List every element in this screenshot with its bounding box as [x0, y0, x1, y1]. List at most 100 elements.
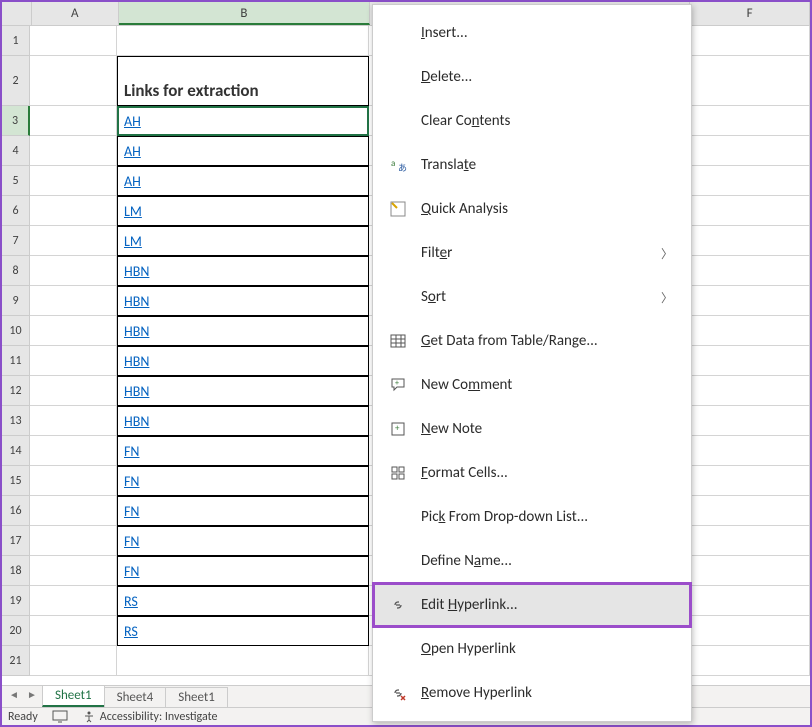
row-header-4[interactable]: 4	[2, 136, 30, 166]
row-header-20[interactable]: 20	[2, 616, 30, 646]
cell-F21[interactable]	[690, 646, 810, 676]
row-header-14[interactable]: 14	[2, 436, 30, 466]
cell-B15[interactable]: FN	[117, 466, 369, 496]
display-settings-icon[interactable]	[52, 710, 68, 724]
row-header-16[interactable]: 16	[2, 496, 30, 526]
hyperlink[interactable]: AH	[124, 143, 141, 160]
cell-F19[interactable]	[690, 586, 810, 616]
hyperlink[interactable]: AH	[124, 173, 141, 190]
row-header-19[interactable]: 19	[2, 586, 30, 616]
menu-delete[interactable]: Delete...	[373, 55, 691, 99]
cell-B7[interactable]: LM	[117, 226, 369, 256]
cell-A12[interactable]	[30, 376, 117, 406]
menu-clear-contents[interactable]: Clear Contents	[373, 99, 691, 143]
cell-B13[interactable]: HBN	[117, 406, 369, 436]
row-header-10[interactable]: 10	[2, 316, 30, 346]
cell-F16[interactable]	[690, 496, 810, 526]
cell-A6[interactable]	[30, 196, 117, 226]
row-header-21[interactable]: 21	[2, 646, 30, 676]
cell-B20[interactable]: RS	[117, 616, 369, 646]
hyperlink[interactable]: HBN	[124, 293, 149, 310]
menu-pick-list[interactable]: Pick From Drop-down List...	[373, 495, 691, 539]
cell-F14[interactable]	[690, 436, 810, 466]
row-header-3[interactable]: 3	[2, 106, 30, 136]
cell-F8[interactable]	[690, 256, 810, 286]
cell-A18[interactable]	[30, 556, 117, 586]
cell-A16[interactable]	[30, 496, 117, 526]
cell-A19[interactable]	[30, 586, 117, 616]
hyperlink[interactable]: FN	[124, 473, 139, 490]
cell-F15[interactable]	[690, 466, 810, 496]
hyperlink[interactable]: RS	[124, 593, 138, 610]
hyperlink[interactable]: FN	[124, 533, 139, 550]
cell-F6[interactable]	[690, 196, 810, 226]
row-header-13[interactable]: 13	[2, 406, 30, 436]
menu-new-comment[interactable]: +New Comment	[373, 363, 691, 407]
row-header-5[interactable]: 5	[2, 166, 30, 196]
cell-B1[interactable]	[117, 26, 369, 56]
hyperlink[interactable]: LM	[124, 233, 142, 250]
hyperlink[interactable]: FN	[124, 563, 139, 580]
cell-F1[interactable]	[690, 26, 810, 56]
cell-B2[interactable]: Links for extraction	[117, 56, 369, 106]
cell-B14[interactable]: FN	[117, 436, 369, 466]
menu-quick-analysis[interactable]: Quick Analysis	[373, 187, 691, 231]
cell-A9[interactable]	[30, 286, 117, 316]
cell-F18[interactable]	[690, 556, 810, 586]
cell-A21[interactable]	[30, 646, 117, 676]
hyperlink[interactable]: HBN	[124, 323, 149, 340]
cell-F2[interactable]	[690, 56, 810, 106]
menu-sort[interactable]: Sort〉	[373, 275, 691, 319]
cell-B6[interactable]: LM	[117, 196, 369, 226]
cell-A2[interactable]	[30, 56, 117, 106]
cell-F12[interactable]	[690, 376, 810, 406]
menu-insert[interactable]: Insert...	[373, 11, 691, 55]
menu-define-name[interactable]: Define Name...	[373, 539, 691, 583]
cell-A15[interactable]	[30, 466, 117, 496]
menu-remove-hyperlink[interactable]: Remove Hyperlink	[373, 671, 691, 715]
cell-B12[interactable]: HBN	[117, 376, 369, 406]
hyperlink[interactable]: FN	[124, 443, 139, 460]
cell-A11[interactable]	[30, 346, 117, 376]
cell-F4[interactable]	[690, 136, 810, 166]
row-header-9[interactable]: 9	[2, 286, 30, 316]
cell-A14[interactable]	[30, 436, 117, 466]
accessibility-status[interactable]: Accessibility: Investigate	[82, 710, 218, 724]
hyperlink[interactable]: RS	[124, 623, 138, 640]
cell-F9[interactable]	[690, 286, 810, 316]
cell-B3[interactable]: AH	[117, 106, 369, 136]
row-header-17[interactable]: 17	[2, 526, 30, 556]
cell-F17[interactable]	[690, 526, 810, 556]
hyperlink[interactable]: LM	[124, 203, 142, 220]
cell-F10[interactable]	[690, 316, 810, 346]
cell-A13[interactable]	[30, 406, 117, 436]
cell-F13[interactable]	[690, 406, 810, 436]
cell-A8[interactable]	[30, 256, 117, 286]
col-header-F[interactable]: F	[690, 2, 810, 25]
menu-get-data[interactable]: Get Data from Table/Range...	[373, 319, 691, 363]
col-header-B[interactable]: B	[119, 2, 370, 25]
row-header-12[interactable]: 12	[2, 376, 30, 406]
menu-open-hyperlink[interactable]: Open Hyperlink	[373, 627, 691, 671]
menu-edit-hyperlink[interactable]: Edit Hyperlink...	[373, 583, 691, 627]
row-header-15[interactable]: 15	[2, 466, 30, 496]
cell-B9[interactable]: HBN	[117, 286, 369, 316]
cell-B10[interactable]: HBN	[117, 316, 369, 346]
cell-F7[interactable]	[690, 226, 810, 256]
cell-A10[interactable]	[30, 316, 117, 346]
cell-A7[interactable]	[30, 226, 117, 256]
hyperlink[interactable]: HBN	[124, 413, 149, 430]
cell-A3[interactable]	[30, 106, 117, 136]
hyperlink[interactable]: HBN	[124, 383, 149, 400]
cell-A17[interactable]	[30, 526, 117, 556]
menu-translate[interactable]: aあTranslate	[373, 143, 691, 187]
cell-A1[interactable]	[30, 26, 117, 56]
hyperlink[interactable]: HBN	[124, 353, 149, 370]
cell-F20[interactable]	[690, 616, 810, 646]
menu-format-cells[interactable]: Format Cells...	[373, 451, 691, 495]
cell-A4[interactable]	[30, 136, 117, 166]
cell-F3[interactable]	[690, 106, 810, 136]
sheet-tab-1[interactable]: Sheet4	[104, 687, 167, 707]
cell-F5[interactable]	[690, 166, 810, 196]
hyperlink[interactable]: FN	[124, 503, 139, 520]
